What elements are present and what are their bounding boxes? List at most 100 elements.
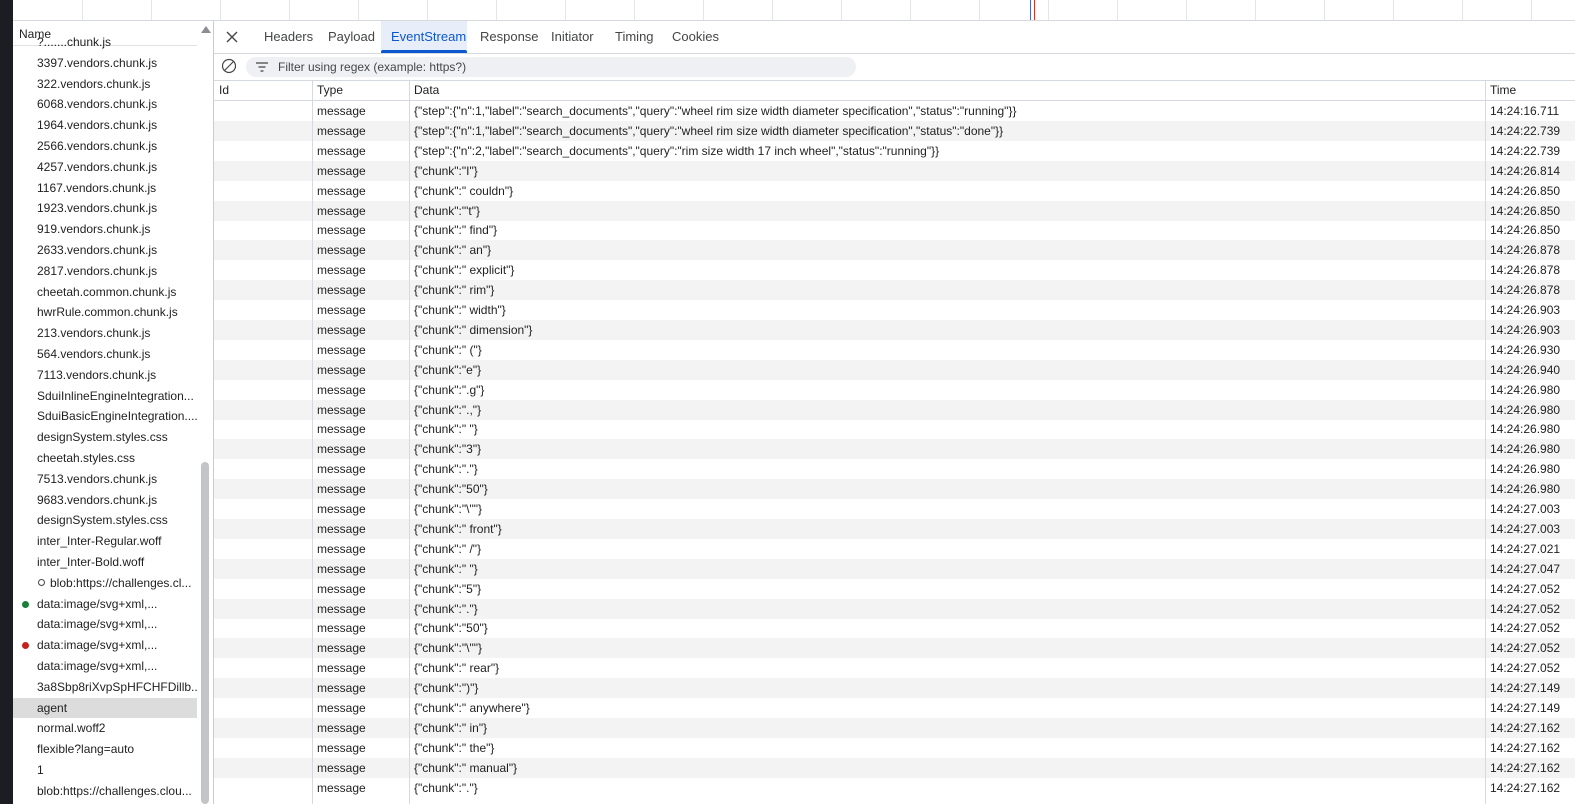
request-item[interactable]: data:image/svg+xml,... [13,614,197,634]
event-row[interactable]: message {"chunk":"5"} 14:24:27.052 [214,579,1575,599]
event-row[interactable]: message {"chunk":" front"} 14:24:27.003 [214,518,1575,539]
event-row[interactable]: message {"chunk":" find"} 14:24:26.850 [214,220,1575,240]
tab-cookies[interactable]: Cookies [672,29,719,44]
network-timeline-overview[interactable] [13,0,1575,21]
column-divider[interactable] [1485,81,1486,804]
request-item[interactable]: ?.......chunk.js [13,32,197,52]
request-item[interactable]: data:image/svg+xml,... [13,635,197,655]
request-item[interactable]: flexible?lang=auto [13,739,197,759]
event-row[interactable]: message {"chunk":" rim"} 14:24:26.878 [214,280,1575,301]
request-item[interactable]: 3397.vendors.chunk.js [13,53,197,73]
event-row[interactable]: message {"chunk":" couldn"} 14:24:26.850 [214,181,1575,201]
request-item[interactable]: 7113.vendors.chunk.js [13,365,197,385]
timeline-gridline [1324,0,1325,20]
event-row[interactable]: message {"chunk":"I"} 14:24:26.814 [214,160,1575,181]
column-divider[interactable] [409,81,410,804]
event-row[interactable]: message {"chunk":" width"} 14:24:26.903 [214,300,1575,320]
event-row[interactable]: message {"chunk":" rear"} 14:24:27.052 [214,658,1575,678]
tab-eventstream[interactable]: EventStream [391,29,466,44]
request-item[interactable]: designSystem.styles.css [13,510,197,530]
request-item[interactable]: 1 [13,760,197,780]
event-row[interactable]: message {"chunk":".,"} 14:24:26.980 [214,399,1575,420]
event-row[interactable]: message {"chunk":" an"} 14:24:26.878 [214,240,1575,261]
event-row[interactable]: message {"chunk":"\""} 14:24:27.052 [214,638,1575,659]
timeline-gridline [496,0,497,20]
event-row[interactable]: message {"step":{"n":1,"label":"search_do… [214,101,1575,121]
column-divider[interactable] [312,81,313,804]
tab-initiator[interactable]: Initiator [551,29,594,44]
request-item[interactable]: 2817.vendors.chunk.js [13,261,197,281]
timeline-gridline [220,0,221,20]
event-time: 14:24:26.903 [1490,303,1561,317]
event-row[interactable]: message {"chunk":" /"} 14:24:27.021 [214,539,1575,559]
event-row[interactable]: message {"chunk":"."} 14:24:27.052 [214,598,1575,619]
request-list-scrollbar[interactable] [199,21,213,804]
request-item[interactable]: 2633.vendors.chunk.js [13,240,197,260]
tab-timing[interactable]: Timing [615,29,654,44]
request-item[interactable]: 2566.vendors.chunk.js [13,136,197,156]
request-item[interactable]: 213.vendors.chunk.js [13,323,197,343]
event-row[interactable]: message {"chunk":"."} 14:24:26.980 [214,459,1575,479]
request-item[interactable]: 564.vendors.chunk.js [13,344,197,364]
event-row[interactable]: message {"chunk":"3"} 14:24:26.980 [214,439,1575,460]
request-item[interactable]: 3a8Sbp8riXvpSpHFCHFDillb... [13,677,197,697]
column-header-id[interactable]: Id [219,83,229,97]
event-row[interactable]: message {"chunk":" "} 14:24:26.980 [214,419,1575,439]
request-item[interactable]: SduiInlineEngineIntegration... [13,386,197,406]
request-item[interactable]: data:image/svg+xml,... [13,594,197,614]
request-item[interactable]: 7513.vendors.chunk.js [13,469,197,489]
request-item[interactable]: 1964.vendors.chunk.js [13,115,197,135]
event-row[interactable]: message {"chunk":" in"} 14:24:27.162 [214,717,1575,738]
request-item[interactable]: inter_Inter-Bold.woff [13,552,197,572]
scroll-up-arrow-icon[interactable] [201,26,211,33]
request-item[interactable]: cheetah.common.chunk.js [13,282,197,302]
event-type: message [317,561,366,576]
event-row[interactable]: message {"chunk":".g"} 14:24:26.980 [214,380,1575,400]
event-row[interactable]: message {"chunk":"."} 14:24:27.162 [214,778,1575,798]
tab-headers[interactable]: Headers [264,29,313,44]
close-icon[interactable] [224,29,240,45]
request-item[interactable]: inter_Inter-Regular.woff [13,531,197,551]
event-row[interactable]: message {"chunk":")"} 14:24:27.149 [214,678,1575,699]
event-row[interactable]: message {"chunk":"\""} 14:24:27.003 [214,499,1575,519]
request-item[interactable]: blob:https://challenges.clou... [13,781,197,801]
scrollbar-thumb[interactable] [201,462,209,804]
event-row[interactable]: message {"step":{"n":2,"label":"search_do… [214,141,1575,161]
event-row[interactable]: message {"step":{"n":1,"label":"search_do… [214,120,1575,141]
event-row[interactable]: message {"chunk":" ("} 14:24:26.930 [214,340,1575,360]
column-header-type[interactable]: Type [317,83,343,97]
event-row[interactable]: message {"chunk":"50"} 14:24:26.980 [214,479,1575,500]
request-item[interactable]: 9683.vendors.chunk.js [13,490,197,510]
event-row[interactable]: message {"chunk":"'t"} 14:24:26.850 [214,200,1575,221]
event-row[interactable]: message {"chunk":"e"} 14:24:26.940 [214,359,1575,380]
clear-block-icon[interactable] [221,58,237,74]
event-row[interactable]: message {"chunk":" the"} 14:24:27.162 [214,738,1575,758]
request-item[interactable]: 1923.vendors.chunk.js [13,198,197,218]
event-row[interactable]: message {"chunk":" dimension"} 14:24:26.90… [214,319,1575,340]
event-row[interactable]: message {"chunk":"50"} 14:24:27.052 [214,618,1575,638]
request-item[interactable]: 919.vendors.chunk.js [13,219,197,239]
column-header-time[interactable]: Time [1490,83,1516,97]
column-header-data[interactable]: Data [414,83,439,97]
request-item[interactable]: SduiBasicEngineIntegration.... [13,406,197,426]
filter-input[interactable]: Filter using regex (example: https?) [246,57,856,77]
event-row[interactable]: message {"chunk":" anywhere"} 14:24:27.149 [214,698,1575,718]
request-item[interactable]: 322.vendors.chunk.js [13,74,197,94]
tab-response[interactable]: Response [480,29,539,44]
request-item[interactable]: normal.woff2 [13,718,197,738]
request-item-name: hwrRule.common.chunk.js [37,305,178,320]
request-item[interactable]: 1167.vendors.chunk.js [13,178,197,198]
request-item[interactable]: designSystem.styles.css [13,427,197,447]
event-row[interactable]: message {"chunk":" manual"} 14:24:27.162 [214,757,1575,778]
event-row[interactable]: message {"chunk":" "} 14:24:27.047 [214,558,1575,579]
request-item[interactable]: 4257.vendors.chunk.js [13,157,197,177]
request-item[interactable]: 6068.vendors.chunk.js [13,94,197,114]
timeline-gridline [979,0,980,20]
tab-payload[interactable]: Payload [328,29,375,44]
request-item-selected[interactable]: agent [13,697,197,718]
request-item[interactable]: data:image/svg+xml,... [13,656,197,676]
request-item[interactable]: hwrRule.common.chunk.js [13,302,197,322]
request-item[interactable]: blob:https://challenges.cl... [13,573,197,593]
request-item[interactable]: cheetah.styles.css [13,448,197,468]
event-row[interactable]: message {"chunk":" explicit"} 14:24:26.878 [214,260,1575,280]
